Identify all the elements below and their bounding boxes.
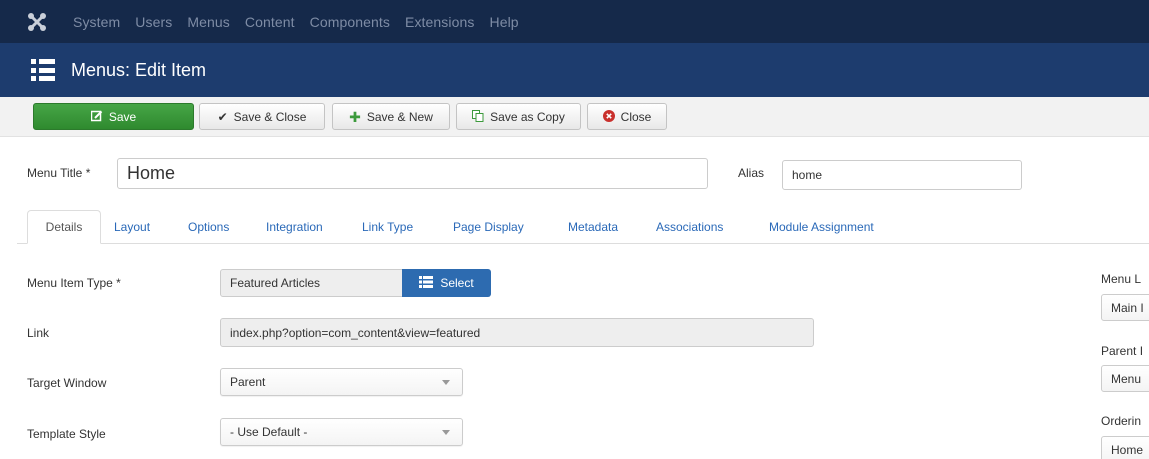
tab-page-display[interactable]: Page Display [453,210,524,244]
parent-item-select[interactable]: Menu [1101,365,1149,392]
save-new-button[interactable]: ✚ Save & New [332,103,450,130]
target-window-value: Parent [230,375,266,389]
alias-input[interactable]: home [782,160,1022,190]
target-window-select[interactable]: Parent [220,368,463,396]
list-icon [31,59,55,81]
save-close-label: Save & Close [233,109,307,124]
tab-module-assignment[interactable]: Module Assignment [769,210,874,244]
close-circle-icon [602,109,615,124]
template-style-select[interactable]: - Use Default - [220,418,463,446]
tab-bar: Details Layout Options Integration Link … [17,210,1149,244]
template-style-value: - Use Default - [230,425,308,439]
chevron-down-icon [442,380,450,385]
close-label: Close [620,109,652,124]
tab-layout[interactable]: Layout [114,210,150,244]
top-navbar: System Users Menus Content Components Ex… [0,0,1149,43]
menu-title-input[interactable]: Home [117,158,708,189]
toolbar: Save ✔ Save & Close ✚ Save & New Save as… [0,97,1149,137]
nav-users[interactable]: Users [135,14,172,30]
menu-select[interactable]: Main I [1101,294,1149,321]
chevron-down-icon [442,430,450,435]
nav-components[interactable]: Components [310,14,390,30]
ordering-value: Home [1111,442,1144,457]
parent-item-value: Menu [1111,371,1142,386]
menu-title-label: Menu Title * [27,166,91,180]
ordering-select[interactable]: Home [1101,436,1149,459]
menu-item-type-value: Featured Articles [230,276,321,290]
menu-title-value: Home [127,163,176,183]
tab-options[interactable]: Options [188,210,229,244]
save-close-button[interactable]: ✔ Save & Close [199,103,325,130]
target-window-label: Target Window [27,376,107,390]
link-value: index.php?option=com_content&view=featur… [230,325,481,340]
tab-metadata[interactable]: Metadata [568,210,618,244]
select-label: Select [440,276,474,290]
ordering-label: Orderin [1101,414,1142,428]
page-header: Menus: Edit Item [0,43,1149,97]
close-button[interactable]: Close [587,103,667,130]
nav-help[interactable]: Help [489,14,518,30]
page-title: Menus: Edit Item [71,59,207,80]
copy-icon [472,109,484,124]
save-label: Save [108,109,137,124]
save-button[interactable]: Save [33,103,194,130]
template-style-label: Template Style [27,427,106,441]
save-copy-label: Save as Copy [490,109,565,124]
tab-link-type[interactable]: Link Type [362,210,413,244]
link-label: Link [27,326,50,340]
list-icon [419,275,434,291]
nav-content[interactable]: Content [245,14,295,30]
nav-menus[interactable]: Menus [187,14,230,30]
menu-value: Main I [1111,300,1144,315]
tab-integration[interactable]: Integration [266,210,323,244]
save-new-label: Save & New [366,109,433,124]
nav-extensions[interactable]: Extensions [405,14,474,30]
alias-value: home [792,168,823,182]
check-icon: ✔ [217,109,228,124]
tab-details[interactable]: Details [27,210,101,244]
parent-item-label: Parent I [1101,344,1144,358]
joomla-logo-icon[interactable] [27,12,47,32]
save-copy-button[interactable]: Save as Copy [456,103,581,130]
menu-item-type-label: Menu Item Type * [27,276,121,290]
plus-icon: ✚ [349,108,361,125]
menu-label: Menu L [1101,272,1142,286]
edit-icon [90,110,103,124]
alias-label: Alias [738,166,765,180]
select-button[interactable]: Select [402,269,491,297]
tab-associations[interactable]: Associations [656,210,723,244]
menu-item-type-field: Featured Articles [220,269,404,297]
link-field: index.php?option=com_content&view=featur… [220,318,814,347]
nav-system[interactable]: System [73,14,120,30]
